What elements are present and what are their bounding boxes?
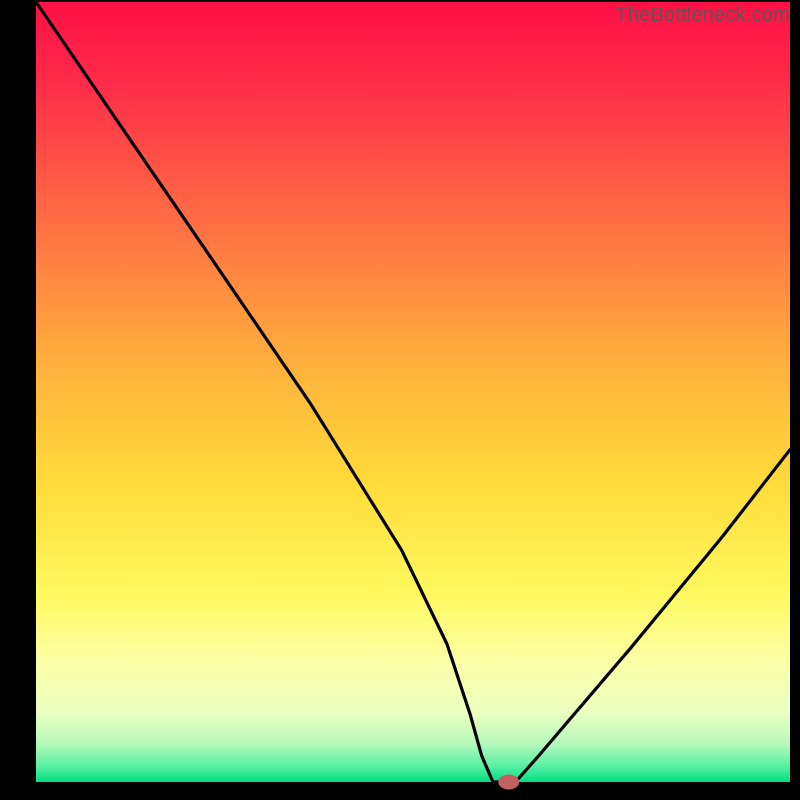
attribution-text: TheBottleneck.com [615, 4, 790, 27]
plot-background [36, 2, 790, 782]
chart-svg [0, 0, 800, 800]
bottleneck-chart: TheBottleneck.com [0, 0, 800, 800]
optimum-marker [499, 775, 519, 789]
